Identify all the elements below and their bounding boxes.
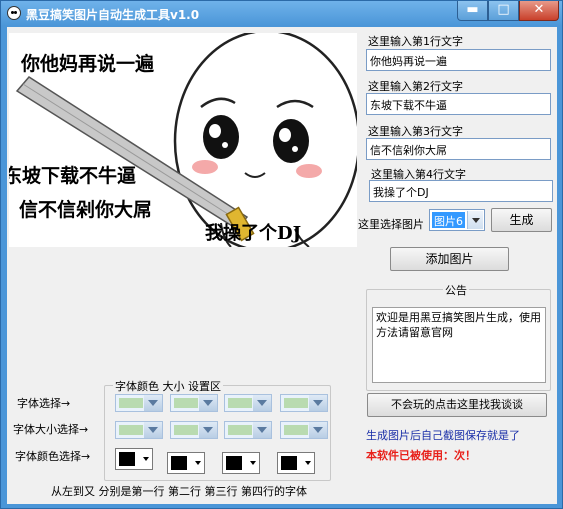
- size-row-label: 字体大小选择→: [13, 423, 89, 436]
- left-eye: [203, 115, 239, 159]
- title-bar[interactable]: 黑豆搞笑图片自动生成工具v1.0 ▬ □ ✕: [1, 1, 562, 26]
- caret-down-icon: [195, 461, 201, 465]
- line1-input[interactable]: 你他妈再说一遍: [366, 49, 551, 71]
- font-settings-group: 字体颜色 大小 设置区: [104, 378, 331, 481]
- chevron-down-icon: [309, 422, 327, 438]
- font-settings-footer: 从左到又 分别是第一行 第二行 第三行 第四行的字体: [51, 485, 307, 498]
- color-swatch: [226, 456, 242, 470]
- size-select-line2[interactable]: [170, 421, 218, 439]
- font-select-line2[interactable]: [170, 394, 218, 412]
- panda-head: [173, 33, 357, 247]
- chevron-down-icon: [199, 395, 217, 411]
- chevron-down-icon: [144, 395, 162, 411]
- meme-line-4: 我操了个DJ: [205, 223, 302, 244]
- chevron-down-icon: [253, 422, 271, 438]
- notice-group: 公告 欢迎是用黑豆搞笑图片生成，使用方法请留意官网: [366, 282, 551, 391]
- save-tip: 生成图片后自己截图保存就是了: [366, 429, 520, 442]
- add-image-button[interactable]: 添加图片: [390, 247, 509, 271]
- size-select-line3[interactable]: [224, 421, 272, 439]
- close-button[interactable]: ✕: [519, 1, 559, 21]
- notice-title: 公告: [443, 282, 469, 298]
- image-select-value: 图片6: [432, 212, 465, 228]
- font-row-label: 字体选择→: [17, 397, 71, 410]
- meme-line-1: 你他妈再说一遍: [21, 53, 155, 75]
- chevron-down-icon: [309, 395, 327, 411]
- caret-down-icon: [250, 461, 256, 465]
- minimize-button[interactable]: ▬: [457, 1, 488, 21]
- font-select-line3[interactable]: [224, 394, 272, 412]
- line1-prompt: 这里输入第1行文字: [368, 35, 463, 48]
- image-select-dropdown[interactable]: 图片6: [429, 209, 485, 231]
- caret-down-icon: [305, 461, 311, 465]
- meme-line-3: 信不信剁你大屌: [19, 199, 153, 221]
- size-select-line4[interactable]: [280, 421, 328, 439]
- chevron-down-icon: [144, 422, 162, 438]
- line3-prompt: 这里输入第3行文字: [368, 125, 463, 138]
- size-select-line1[interactable]: [115, 421, 163, 439]
- color-picker-line1[interactable]: [115, 448, 153, 470]
- color-picker-line3[interactable]: [222, 452, 260, 474]
- color-swatch: [281, 456, 297, 470]
- app-face-icon: [7, 6, 21, 20]
- right-eye: [273, 119, 309, 163]
- color-swatch: [171, 456, 187, 470]
- app-window: 黑豆搞笑图片自动生成工具v1.0 ▬ □ ✕ 你他妈再说一遍 东坡下载不牛逼 信…: [0, 0, 563, 509]
- client-area: 你他妈再说一遍 东坡下载不牛逼 信不信剁你大屌 我操了个DJ 这里输入第1行文字…: [7, 27, 557, 504]
- maximize-button[interactable]: □: [488, 1, 519, 21]
- generate-button[interactable]: 生成: [491, 208, 552, 232]
- color-swatch: [119, 452, 135, 466]
- chevron-down-icon: [253, 395, 271, 411]
- chevron-down-icon: [199, 422, 217, 438]
- line3-input[interactable]: 信不信剁你大屌: [366, 138, 551, 160]
- contact-button[interactable]: 不会玩的点击这里找我谈谈: [367, 393, 547, 417]
- window-title: 黑豆搞笑图片自动生成工具v1.0: [26, 8, 200, 22]
- meme-preview: 你他妈再说一遍 东坡下载不牛逼 信不信剁你大屌 我操了个DJ: [9, 33, 357, 247]
- meme-line-2: 东坡下载不牛逼: [9, 165, 137, 187]
- line4-input[interactable]: 我操了个DJ: [369, 180, 553, 202]
- color-picker-line2[interactable]: [167, 452, 205, 474]
- line2-prompt: 这里输入第2行文字: [368, 80, 463, 93]
- caret-down-icon: [143, 457, 149, 461]
- usage-count: 本软件已被使用：次！: [366, 449, 476, 462]
- image-select-label: 这里选择图片: [358, 218, 424, 231]
- font-settings-title: 字体颜色 大小 设置区: [113, 378, 223, 394]
- color-picker-line4[interactable]: [277, 452, 315, 474]
- color-row-label: 字体颜色选择→: [15, 450, 91, 463]
- font-select-line1[interactable]: [115, 394, 163, 412]
- font-select-line4[interactable]: [280, 394, 328, 412]
- chevron-down-icon: [467, 211, 483, 229]
- notice-text: 欢迎是用黑豆搞笑图片生成，使用方法请留意官网: [372, 307, 546, 383]
- line2-input[interactable]: 东坡下载不牛逼: [366, 93, 551, 115]
